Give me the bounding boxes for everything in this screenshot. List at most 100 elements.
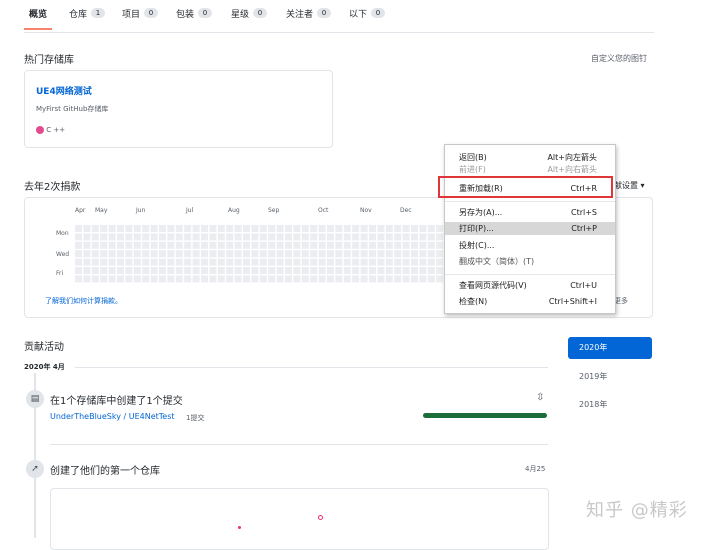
contribution-cell [377, 275, 385, 283]
contribution-cell [268, 241, 276, 249]
contribution-cell [285, 267, 292, 274]
menu-item-translate[interactable]: 翻成中文（简体）(T) [445, 255, 615, 268]
contribution-settings-dropdown[interactable]: 献设置 ▾ [614, 180, 645, 191]
chart-dot [318, 515, 323, 520]
contribution-cell [192, 258, 200, 266]
tab-overview[interactable]: 概览 [29, 6, 47, 20]
contribution-cell [108, 233, 116, 241]
year-2020-button[interactable]: 2020年 [568, 337, 652, 359]
contribution-cell [377, 267, 385, 274]
contribution-cell [394, 233, 402, 241]
contribution-cell [142, 267, 150, 274]
contribution-cell [419, 250, 427, 258]
contribution-cell [83, 267, 91, 274]
contribution-cell [394, 267, 402, 274]
contribution-cell [352, 267, 360, 274]
contribution-cell [402, 258, 410, 266]
contribution-cell [385, 267, 393, 274]
repo-name-link[interactable]: UE4网络测试 [36, 84, 92, 97]
tab-projects[interactable]: 项目 0 [122, 6, 159, 20]
contribution-cell [419, 233, 427, 241]
contribution-cell [268, 275, 276, 283]
contribution-cell [201, 241, 208, 249]
contribution-cell [159, 250, 166, 258]
contribution-cell [268, 225, 276, 232]
contribution-cell [83, 250, 91, 258]
day-label: Fri [56, 270, 64, 277]
tab-repositories-label: 仓库 [69, 9, 88, 20]
menu-item-save-as[interactable]: 另存为(A)... Ctrl+S [445, 206, 615, 219]
contribution-cell [276, 275, 284, 283]
profile-tabs: 概览 仓库 1 项目 0 包装 0 星级 0 关注者 0 以下 0 [24, 0, 654, 33]
year-2019-button[interactable]: 2019年 [568, 366, 652, 388]
contribution-cell [142, 250, 150, 258]
contribution-cell [327, 225, 334, 232]
contribution-cell [217, 250, 225, 258]
contribution-cell [369, 275, 376, 283]
menu-item-inspect[interactable]: 检查(N) Ctrl+Shift+I [445, 295, 615, 308]
menu-item-print[interactable]: 打印(P)... Ctrl+P [445, 222, 615, 235]
contribution-cell [402, 233, 410, 241]
contribution-cell [259, 233, 267, 241]
contribution-cell [335, 258, 343, 266]
menu-item-view-source[interactable]: 查看网页源代码(V) Ctrl+U [445, 279, 615, 292]
contribution-cell [335, 250, 343, 258]
contribution-cell [133, 225, 141, 232]
contribution-cell [234, 250, 242, 258]
year-2018-button[interactable]: 2018年 [568, 394, 652, 416]
contribution-cell [159, 225, 166, 232]
contribution-cell [91, 275, 99, 283]
tab-stars[interactable]: 星级 0 [231, 6, 268, 20]
menu-item-back[interactable]: 返回(B) Alt+向左箭头 [445, 151, 615, 164]
customize-pins-link[interactable]: 自定义您的图钉 [591, 53, 647, 64]
contribution-cell [209, 267, 217, 274]
contribution-cell [75, 233, 82, 241]
more-link[interactable]: 更多 [614, 296, 628, 306]
contribution-cell [369, 241, 376, 249]
contribution-cell [276, 225, 284, 232]
activity-commit-summary[interactable]: 在1个存储库中创建了1个提交 [50, 392, 183, 407]
contribution-cell [360, 241, 368, 249]
contribution-cell [377, 241, 385, 249]
contribution-cell [243, 233, 250, 241]
contribution-cell [335, 225, 343, 232]
learn-contributions-link[interactable]: 了解我们如何计算捐款。 [45, 296, 122, 306]
contribution-cell [117, 225, 124, 232]
contribution-cell [201, 225, 208, 232]
contribution-cell [83, 233, 91, 241]
contributions-heading: 去年2次捐款 [24, 182, 81, 193]
month-label: Jun [136, 207, 146, 214]
contribution-cell [75, 258, 82, 266]
collapse-toggle-icon[interactable]: ⇳ [536, 392, 544, 403]
contribution-cell [327, 250, 334, 258]
tab-repositories[interactable]: 仓库 1 [69, 6, 106, 20]
contribution-cell [100, 258, 108, 266]
contribution-cell [192, 275, 200, 283]
contribution-cell [369, 233, 376, 241]
contribution-cell [125, 275, 133, 283]
contribution-cell [108, 275, 116, 283]
contribution-cell [192, 233, 200, 241]
menu-item-cast[interactable]: 投射(C)... [445, 239, 615, 252]
activity-first-repo[interactable]: 创建了他们的第一个仓库 [50, 462, 160, 477]
contribution-cell [159, 275, 166, 283]
contribution-cell [192, 241, 200, 249]
commit-repo-link[interactable]: UnderTheBlueSky / UE4NetTest [50, 412, 175, 421]
menu-item-forward: 前进(F) Alt+向右箭头 [445, 165, 615, 175]
menu-separator [445, 201, 615, 202]
contribution-cell [318, 225, 326, 232]
tab-overview-label: 概览 [29, 9, 48, 20]
activity-detail-box [50, 488, 549, 550]
contribution-cell [117, 258, 124, 266]
contribution-cell [436, 225, 444, 232]
contribution-cell [343, 267, 351, 274]
contribution-cell [243, 275, 250, 283]
contribution-cell [133, 233, 141, 241]
menu-item-translate-label: 翻成中文（简体）(T) [459, 257, 535, 266]
contribution-cell [175, 225, 183, 232]
contribution-cell [243, 225, 250, 232]
tab-following[interactable]: 以下 0 [349, 6, 386, 20]
tab-followers[interactable]: 关注者 0 [286, 6, 332, 20]
repo-language-label: C ++ [46, 126, 66, 134]
tab-packages[interactable]: 包装 0 [176, 6, 213, 20]
